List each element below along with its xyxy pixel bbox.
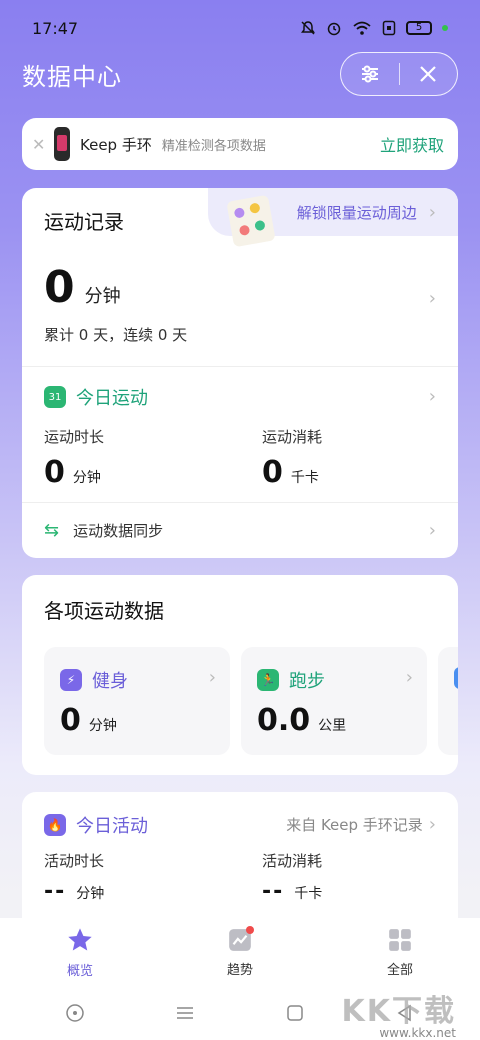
fitness-value: 0 (60, 703, 81, 738)
status-icons: 5 (300, 20, 448, 36)
flame-icon: 🔥 (44, 814, 66, 836)
page-title: 数据中心 (22, 62, 122, 91)
exercise-duration-value: 0 (44, 455, 65, 490)
sport-icon (454, 667, 458, 689)
activity-burn-value: -- (262, 879, 285, 904)
exercise-record-card: 运动记录 解锁限量运动周边 › 0 分钟 累计 0 天，连续 0 天 › 31 … (22, 188, 458, 558)
unlock-merch-banner[interactable]: 解锁限量运动周边 › (208, 188, 458, 248)
chevron-right-icon: › (208, 667, 216, 688)
divider (22, 502, 458, 503)
running-tile[interactable]: 🏃 跑步 › 0.0 公里 (241, 647, 427, 755)
promo-close-icon[interactable]: ✕ (32, 135, 48, 154)
fitness-unit: 分钟 (88, 718, 117, 734)
running-label: 跑步 (289, 671, 325, 692)
unlock-label: 解锁限量运动周边 (296, 203, 417, 222)
record-summary: 累计 0 天，连续 0 天 (44, 326, 188, 344)
activity-source-label: 来自 Keep 手环记录 (286, 816, 423, 834)
tab-all-label: 全部 (386, 962, 413, 978)
home-icon[interactable] (285, 1003, 305, 1023)
settings-button[interactable] (341, 53, 399, 95)
promo-get-button[interactable]: 立即获取 (380, 132, 444, 156)
total-minutes: 0 分钟 (44, 262, 121, 313)
star-icon (68, 927, 92, 950)
chevron-right-icon[interactable]: › (429, 386, 436, 407)
close-button[interactable] (400, 53, 458, 95)
sync-arrows-icon: ⇆ (44, 520, 60, 541)
sync-label: 运动数据同步 (73, 522, 164, 540)
exercise-duration: 运动时长 0 分钟 (44, 426, 104, 490)
today-activity-label: 今日活动 (76, 816, 148, 837)
activity-burn-unit: 千卡 (294, 886, 323, 902)
settings-sliders-icon (361, 65, 378, 83)
assistant-icon[interactable] (65, 1003, 85, 1023)
battery-icon: 5 (406, 21, 432, 35)
sports-data-card: 各项运动数据 ⚡ 健身 › 0 分钟 🏃 跑步 › 0.0 公里 (22, 575, 458, 775)
activity-duration-value: -- (44, 879, 67, 904)
activity-burn: 活动消耗 -- 千卡 (262, 850, 322, 904)
lightning-icon: ⚡ (60, 669, 82, 691)
total-minutes-value: 0 (44, 262, 75, 313)
band-device-icon (54, 127, 70, 161)
exercise-duration-unit: 分钟 (72, 470, 101, 486)
bottom-tab-bar: 概览 趋势 全部 (0, 918, 480, 986)
running-unit: 公里 (318, 718, 347, 734)
watermark-logo: KK下载 www.kkx.net (342, 986, 457, 1040)
chevron-right-icon[interactable]: › (429, 520, 436, 541)
divider (22, 366, 458, 367)
fitness-tile[interactable]: ⚡ 健身 › 0 分钟 (44, 647, 230, 755)
today-exercise-header[interactable]: 31 今日运动 (44, 384, 148, 410)
tab-all[interactable]: 全部 (320, 918, 480, 986)
header: 数据中心 (22, 52, 458, 96)
running-value: 0.0 (257, 703, 311, 738)
activity-duration-label: 活动时长 (44, 852, 105, 870)
status-time: 17:47 (32, 18, 79, 38)
total-minutes-unit: 分钟 (84, 286, 121, 307)
tab-trends[interactable]: 趋势 (160, 918, 320, 986)
chevron-right-icon: › (405, 667, 413, 688)
tab-overview[interactable]: 概览 (0, 918, 160, 986)
tab-trends-label: 趋势 (226, 962, 253, 978)
exercise-duration-label: 运动时长 (44, 428, 105, 446)
promo-brand: Keep 手环 (80, 135, 152, 154)
header-actions (340, 52, 458, 96)
gift-box-icon (226, 194, 276, 248)
activity-duration: 活动时长 -- 分钟 (44, 850, 104, 904)
promo-banner[interactable]: ✕ Keep 手环 精准检测各项数据 立即获取 (22, 118, 458, 170)
chevron-right-icon: › (428, 201, 436, 223)
activity-source[interactable]: 来自 Keep 手环记录 › (286, 814, 436, 835)
today-activity-header[interactable]: 🔥 今日活动 (44, 812, 148, 838)
wifi-icon (353, 21, 371, 35)
promo-description: 精准检测各项数据 (161, 138, 266, 154)
exercise-burn-label: 运动消耗 (262, 428, 323, 446)
activity-duration-unit: 分钟 (76, 886, 105, 902)
activity-burn-label: 活动消耗 (262, 852, 323, 870)
record-title: 运动记录 (44, 210, 124, 234)
exercise-burn-unit: 千卡 (290, 470, 319, 486)
watermark-text: KK下载 (341, 994, 456, 1029)
chevron-right-icon: › (428, 814, 436, 835)
fitness-label: 健身 (92, 671, 128, 692)
close-icon (420, 66, 437, 82)
sim-icon (382, 20, 396, 36)
sync-data-row[interactable]: ⇆ 运动数据同步 (44, 520, 163, 541)
mute-icon (301, 21, 315, 35)
next-tile-partial[interactable] (438, 647, 458, 755)
tab-overview-label: 概览 (66, 963, 93, 979)
exercise-burn: 运动消耗 0 千卡 (262, 426, 322, 490)
running-icon: 🏃 (257, 669, 279, 691)
notification-badge (246, 926, 254, 934)
exercise-burn-value: 0 (262, 455, 283, 490)
calendar-icon: 31 (44, 386, 66, 408)
chevron-right-icon[interactable]: › (429, 288, 436, 309)
today-exercise-label: 今日运动 (76, 388, 148, 409)
grid-icon (389, 928, 411, 951)
alarm-icon (327, 22, 341, 36)
sports-data-title: 各项运动数据 (44, 599, 164, 623)
status-bar: 17:47 5 (0, 0, 480, 56)
menu-icon[interactable] (175, 1003, 195, 1023)
privacy-indicator (442, 25, 448, 31)
